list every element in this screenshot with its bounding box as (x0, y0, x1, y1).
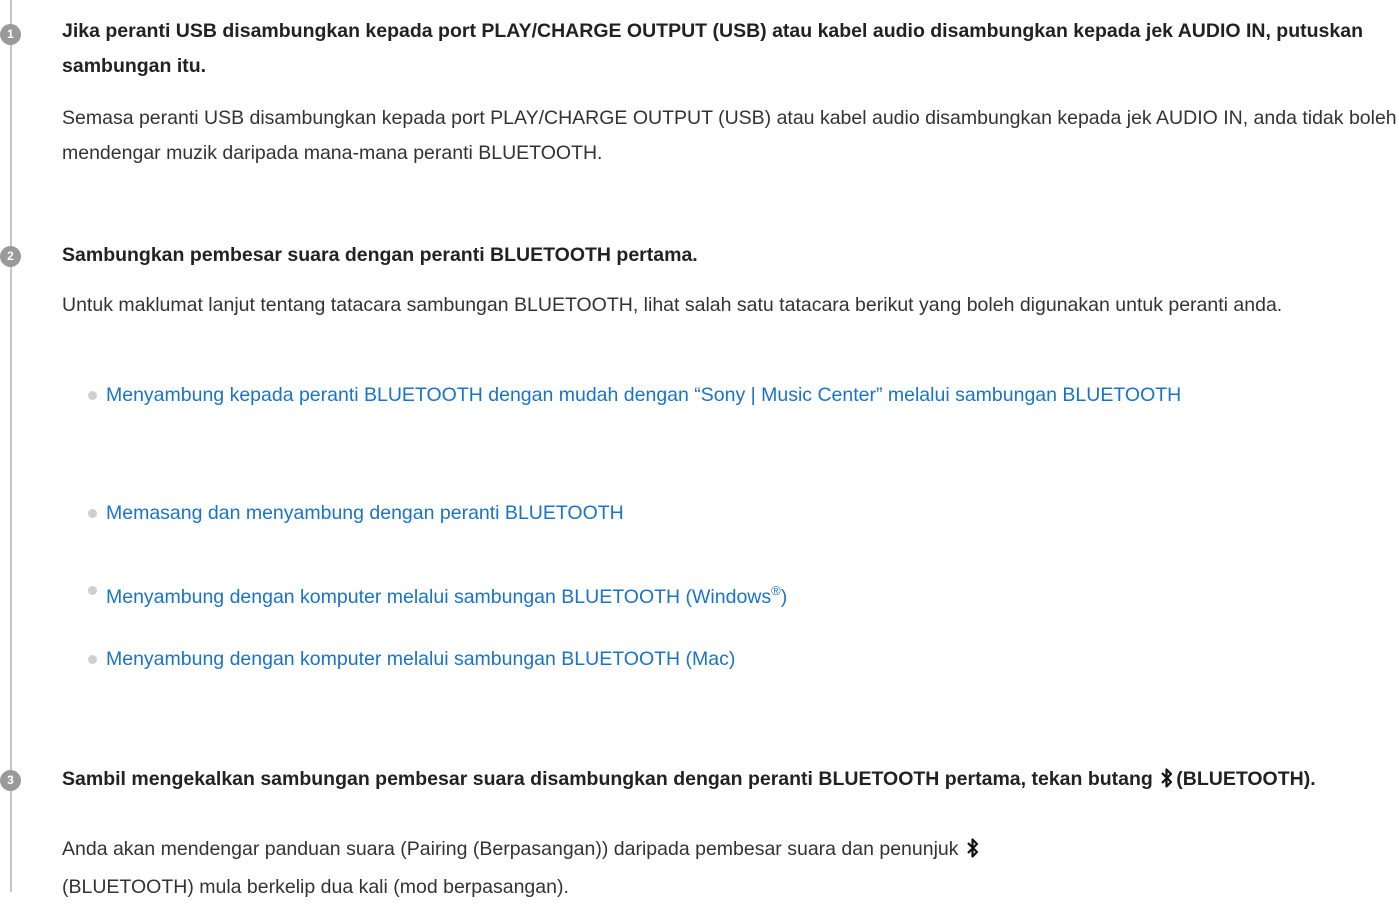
link-connect-windows[interactable]: Menyambung dengan komputer melalui sambu… (106, 573, 1396, 615)
bullet-icon (88, 586, 97, 595)
step-title: Sambil mengekalkan sambungan pembesar su… (62, 762, 1382, 800)
link-easy-connect-music-center[interactable]: Menyambung kepada peranti BLUETOOTH deng… (106, 378, 1396, 413)
step-number-badge: 1 (0, 24, 21, 45)
bluetooth-icon (1160, 765, 1174, 800)
bullet-icon (88, 391, 97, 400)
step-timeline-line (10, 0, 12, 892)
link-connect-mac[interactable]: Menyambung dengan komputer melalui sambu… (106, 642, 1396, 677)
step-title: Sambungkan pembesar suara dengan peranti… (62, 244, 698, 266)
step-title: Jika peranti USB disambungkan kepada por… (62, 20, 1363, 77)
registered-mark: ® (771, 583, 781, 598)
step-description-part1: Anda akan mendengar panduan suara (Pairi… (62, 838, 959, 860)
link-suffix: ) (780, 586, 788, 608)
link-text: Menyambung dengan komputer melalui sambu… (106, 586, 772, 608)
bluetooth-icon (966, 835, 980, 870)
step-description-part2: (BLUETOOTH) mula berkelip dua kali (mod … (62, 876, 569, 898)
step-description: Anda akan mendengar panduan suara (Pairi… (62, 832, 1397, 905)
bullet-icon (88, 655, 97, 664)
link-pairing-bluetooth[interactable]: Memasang dan menyambung dengan peranti B… (106, 496, 1396, 531)
step-number-badge: 2 (0, 246, 21, 267)
step-description: Untuk maklumat lanjut tentang tatacara s… (62, 294, 1283, 316)
bullet-icon (88, 509, 97, 518)
step-title-part1: Sambil mengekalkan sambungan pembesar su… (62, 768, 1153, 790)
step-number-badge: 3 (0, 770, 21, 791)
step-description: Semasa peranti USB disambungkan kepada p… (62, 107, 1397, 164)
step-title-part2: (BLUETOOTH). (1176, 768, 1316, 790)
